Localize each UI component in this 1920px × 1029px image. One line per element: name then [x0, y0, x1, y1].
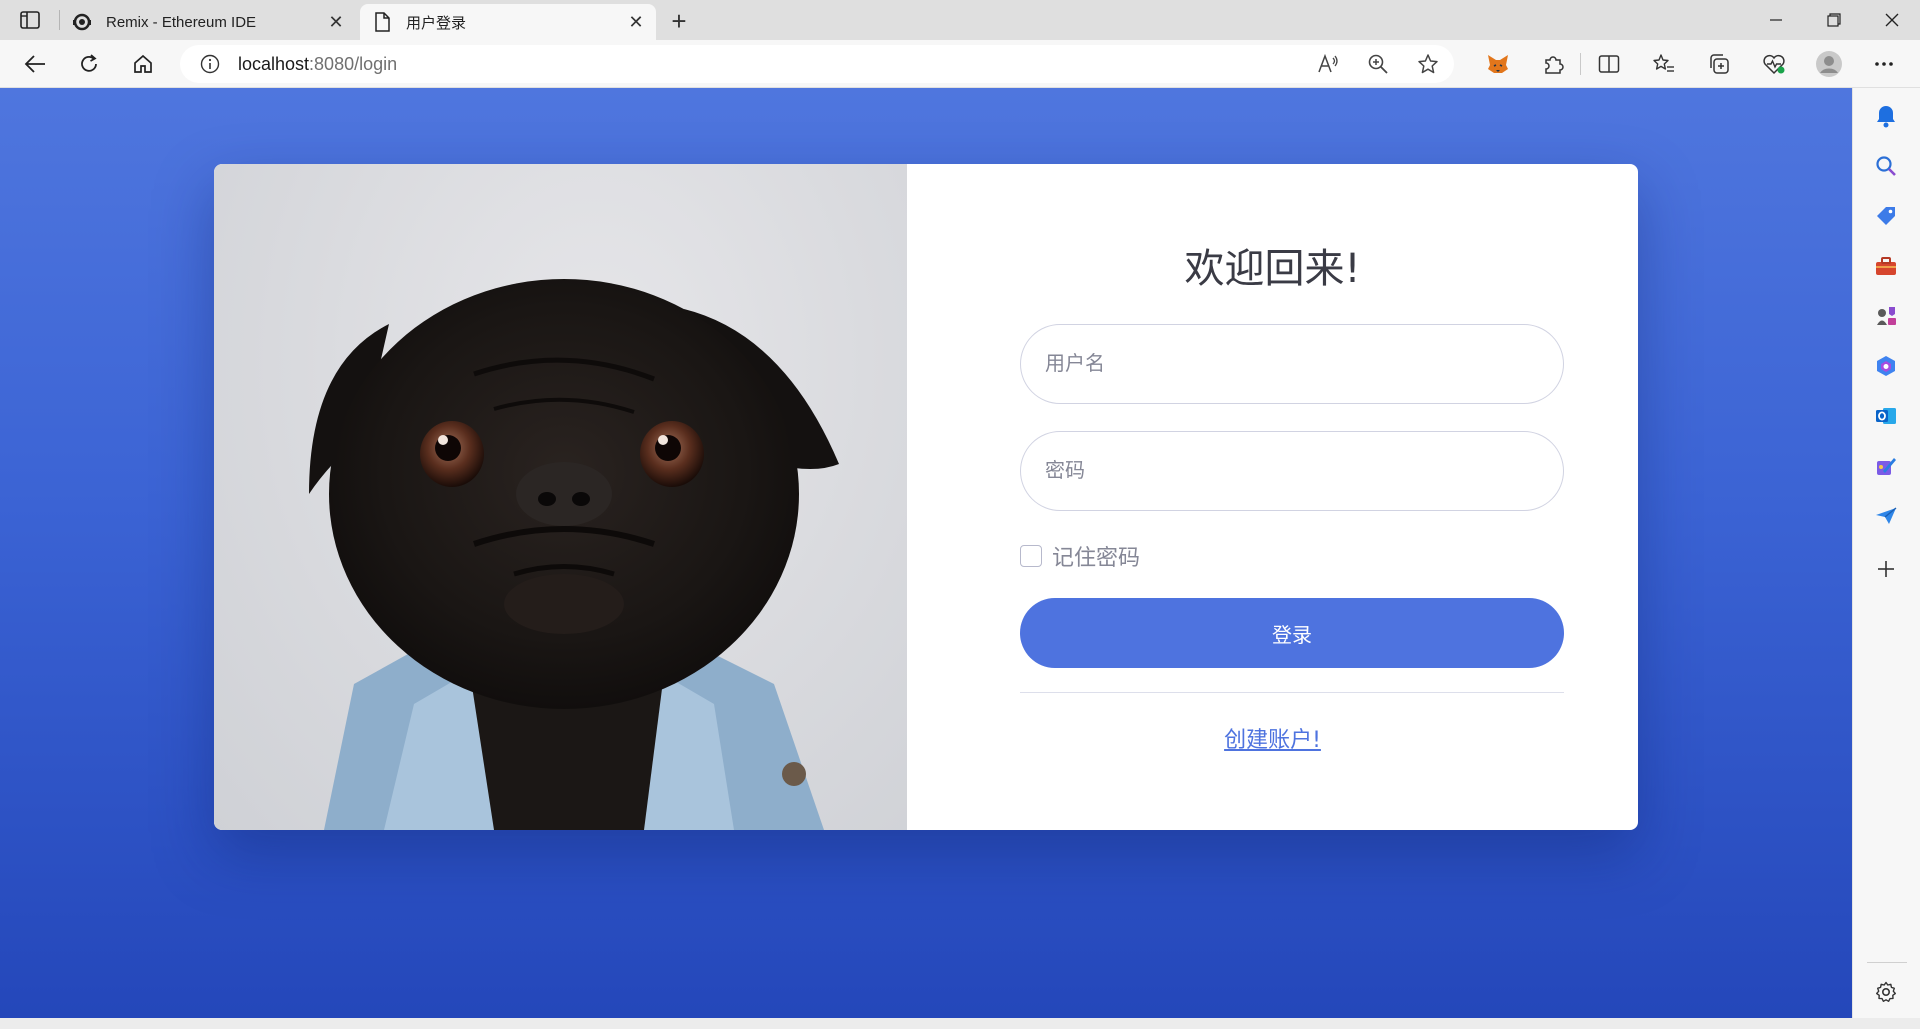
tab-login[interactable]: 用户登录 ✕	[360, 4, 656, 40]
split-screen-icon[interactable]	[1581, 48, 1636, 80]
toolbox-icon[interactable]	[1871, 251, 1901, 281]
tab-actions-icon[interactable]	[16, 8, 44, 32]
metamask-fox-icon[interactable]	[1470, 48, 1525, 80]
password-input[interactable]	[1020, 431, 1564, 511]
home-icon[interactable]	[126, 48, 160, 80]
tag-icon[interactable]	[1871, 201, 1901, 231]
remember-label: 记住密码	[1052, 546, 1141, 571]
tab-strip: Remix - Ethereum IDE ✕ 用户登录 ✕ +	[0, 0, 1920, 40]
url-host: localhost	[238, 53, 310, 74]
sidebar-separator	[1867, 962, 1907, 963]
star-icon[interactable]	[1410, 49, 1446, 79]
tab-remix[interactable]: Remix - Ethereum IDE ✕	[60, 4, 356, 40]
profile-avatar-icon[interactable]	[1801, 48, 1856, 80]
remember-checkbox[interactable]	[1020, 545, 1042, 567]
send-icon[interactable]	[1871, 501, 1901, 531]
more-icon[interactable]	[1856, 48, 1911, 80]
username-input[interactable]	[1020, 324, 1564, 404]
zoom-icon[interactable]	[1360, 49, 1396, 79]
page-title: 欢迎回来!	[1184, 246, 1361, 292]
close-tab-icon[interactable]: ✕	[624, 10, 648, 34]
minimize-icon[interactable]	[1748, 0, 1804, 40]
favorites-icon[interactable]	[1636, 48, 1691, 80]
create-account-link[interactable]: 创建账户!	[907, 722, 1638, 754]
search-icon[interactable]	[1871, 151, 1901, 181]
page-favicon-icon	[372, 12, 392, 32]
games-icon[interactable]	[1871, 301, 1901, 331]
read-aloud-icon[interactable]	[1310, 49, 1346, 79]
url-text[interactable]: localhost:8080/login	[238, 54, 397, 75]
info-icon[interactable]	[200, 54, 220, 74]
add-icon[interactable]	[1871, 554, 1901, 584]
url-path: :8080/login	[309, 53, 398, 74]
tab-title: 用户登录	[406, 14, 467, 32]
refresh-icon[interactable]	[72, 48, 106, 80]
login-form: 欢迎回来! 记住密码 登录 创建账户!	[907, 164, 1638, 830]
settings-icon[interactable]	[1871, 977, 1901, 1007]
outlook-icon[interactable]	[1871, 401, 1901, 431]
designer-icon[interactable]	[1871, 451, 1901, 481]
page-viewport: 欢迎回来! 记住密码 登录 创建账户!	[0, 88, 1852, 1018]
remember-me[interactable]: 记住密码	[1020, 540, 1140, 572]
tab-title: Remix - Ethereum IDE	[106, 13, 257, 31]
navigation-bar: localhost:8080/login	[0, 40, 1920, 88]
address-bar[interactable]: localhost:8080/login	[180, 45, 1454, 83]
back-arrow-icon[interactable]	[18, 48, 52, 80]
window-bottom-edge	[0, 1018, 1920, 1029]
divider	[1020, 692, 1564, 693]
browser-essentials-icon[interactable]	[1746, 48, 1801, 80]
edge-sidebar	[1852, 88, 1920, 1018]
close-window-icon[interactable]	[1864, 0, 1920, 40]
copilot-icon[interactable]	[1871, 351, 1901, 381]
pug-photo	[214, 164, 907, 830]
bell-icon[interactable]	[1871, 101, 1901, 131]
close-tab-icon[interactable]: ✕	[324, 10, 348, 34]
collections-icon[interactable]	[1691, 48, 1746, 80]
login-button[interactable]: 登录	[1020, 598, 1564, 668]
puzzle-icon[interactable]	[1525, 48, 1580, 80]
login-card: 欢迎回来! 记住密码 登录 创建账户!	[214, 164, 1638, 830]
restore-icon[interactable]	[1806, 0, 1862, 40]
new-tab-button[interactable]: +	[664, 6, 694, 36]
remix-favicon-icon	[72, 12, 92, 32]
